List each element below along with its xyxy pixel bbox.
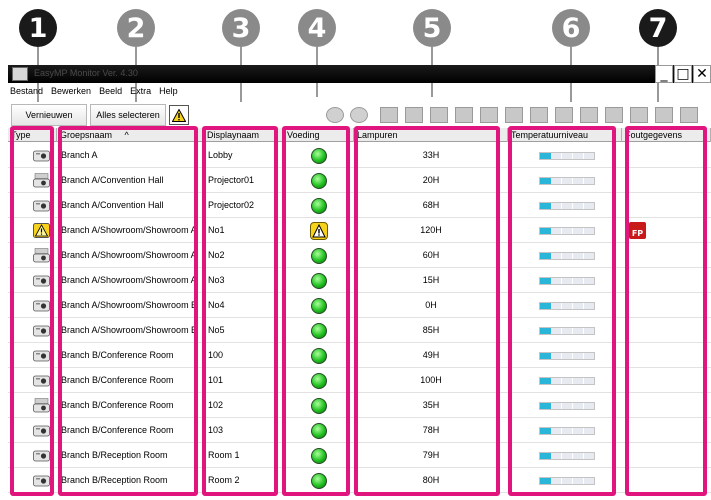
highlight-lamp-column <box>354 126 500 496</box>
source-component-icon[interactable] <box>480 107 498 123</box>
power-off-icon[interactable] <box>350 107 368 123</box>
window-controls: _ □ ✕ <box>655 65 711 83</box>
callout-6: 6 <box>552 9 590 47</box>
window-titlebar[interactable]: EasyMP Monitor Ver. 4.30 _ □ ✕ <box>8 65 711 83</box>
warning-icon <box>172 108 186 122</box>
source-svideo-icon[interactable] <box>455 107 473 123</box>
menu-bestand[interactable]: Bestand <box>10 86 43 100</box>
source-computer1-icon[interactable] <box>380 107 398 123</box>
menu-help[interactable]: Help <box>159 86 178 100</box>
select-all-button[interactable]: Alles selecteren <box>90 104 166 126</box>
easy-mp-icon[interactable] <box>655 107 673 123</box>
app-icon <box>12 67 28 81</box>
network-icon[interactable] <box>630 107 648 123</box>
callout-2: 2 <box>117 9 155 47</box>
source-rgb-icon[interactable] <box>505 107 523 123</box>
highlight-group-column <box>58 126 198 496</box>
menu-bewerken[interactable]: Bewerken <box>51 86 91 100</box>
callout-1: 1 <box>19 9 57 47</box>
toolbar: Vernieuwen Alles selecteren <box>8 102 711 128</box>
close-button[interactable]: ✕ <box>693 65 711 83</box>
alert-button[interactable] <box>169 105 189 125</box>
source-dvi-icon[interactable] <box>530 107 548 123</box>
source-computer2-icon[interactable] <box>405 107 423 123</box>
window-title: EasyMP Monitor Ver. 4.30 <box>34 68 138 78</box>
callout-7: 7 <box>639 9 677 47</box>
menu-beeld[interactable]: Beeld <box>99 86 122 100</box>
source-video-icon[interactable] <box>430 107 448 123</box>
highlight-display-column <box>202 126 278 496</box>
minimize-button[interactable]: _ <box>655 65 673 83</box>
av-mute-icon[interactable] <box>605 107 623 123</box>
highlight-power-column <box>282 126 350 496</box>
callout-5: 5 <box>413 9 451 47</box>
monitor-screenshot: 1 2 3 4 5 6 7 EasyMP Monitor Ver. 4.30 _… <box>0 0 711 500</box>
freeze-icon[interactable] <box>680 107 698 123</box>
highlight-type-column <box>10 126 54 496</box>
callout-3: 3 <box>222 9 260 47</box>
maximize-button[interactable]: □ <box>674 65 692 83</box>
menu-extra[interactable]: Extra <box>130 86 151 100</box>
power-on-icon[interactable] <box>326 107 344 123</box>
highlight-temp-column <box>508 126 616 496</box>
callout-4: 4 <box>298 9 336 47</box>
source-hdmi-icon[interactable] <box>555 107 573 123</box>
menu-bar: Bestand Bewerken Beeld Extra Help <box>8 86 178 100</box>
highlight-error-column <box>625 126 707 496</box>
source-usb-icon[interactable] <box>580 107 598 123</box>
refresh-button[interactable]: Vernieuwen <box>11 104 87 126</box>
